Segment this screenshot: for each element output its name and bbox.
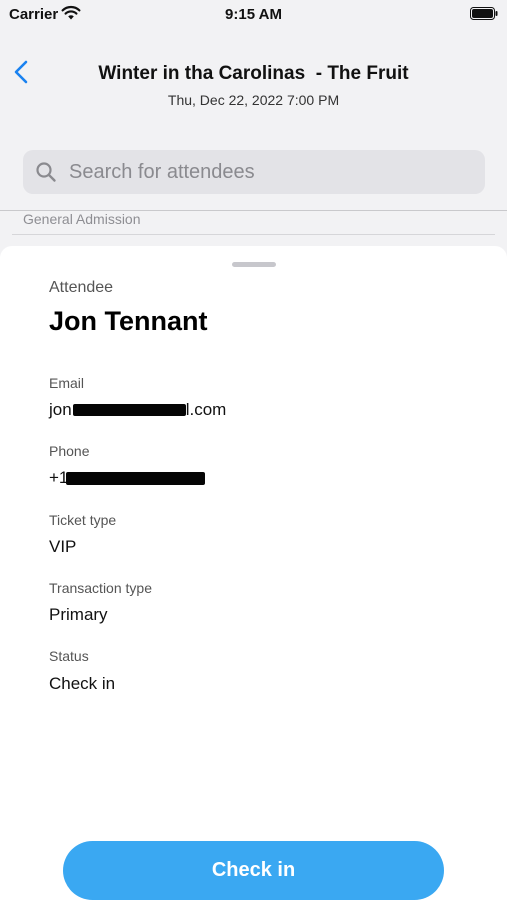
battery-icon [470,7,498,20]
section-label: General Admission [23,211,141,227]
status-label: Status [49,648,89,664]
transaction-type-value: Primary [49,605,108,624]
search-icon [36,162,56,182]
search-input[interactable] [69,150,469,194]
email-prefix: jon [49,400,72,419]
email-suffix: l.com [185,400,227,419]
transaction-type-label: Transaction type [49,580,152,596]
divider [12,234,495,235]
sheet-grabber[interactable] [232,262,276,267]
phone-label: Phone [49,443,90,459]
search-bar[interactable] [23,150,485,194]
email-redaction [73,404,186,416]
phone-redaction [66,472,205,485]
status-time: 9:15 AM [225,6,282,23]
event-title: Winter in tha Carolinas - The Fruit [98,63,409,84]
status-value: Check in [49,674,116,693]
email-label: Email [49,375,85,391]
attendee-heading: Attendee [49,279,114,296]
ticket-type-label: Ticket type [49,512,117,528]
check-in-button[interactable]: Check in [63,841,444,900]
ticket-type-value: VIP [49,537,77,556]
status-bar: Carrier 9:15 AM [0,0,507,30]
event-date: Thu, Dec 22, 2022 7:00 PM [167,92,340,108]
attendee-name: Jon Tennant [49,306,208,336]
attendee-sheet: Attendee Jon Tennant Email jon l.com Phon… [0,246,507,900]
